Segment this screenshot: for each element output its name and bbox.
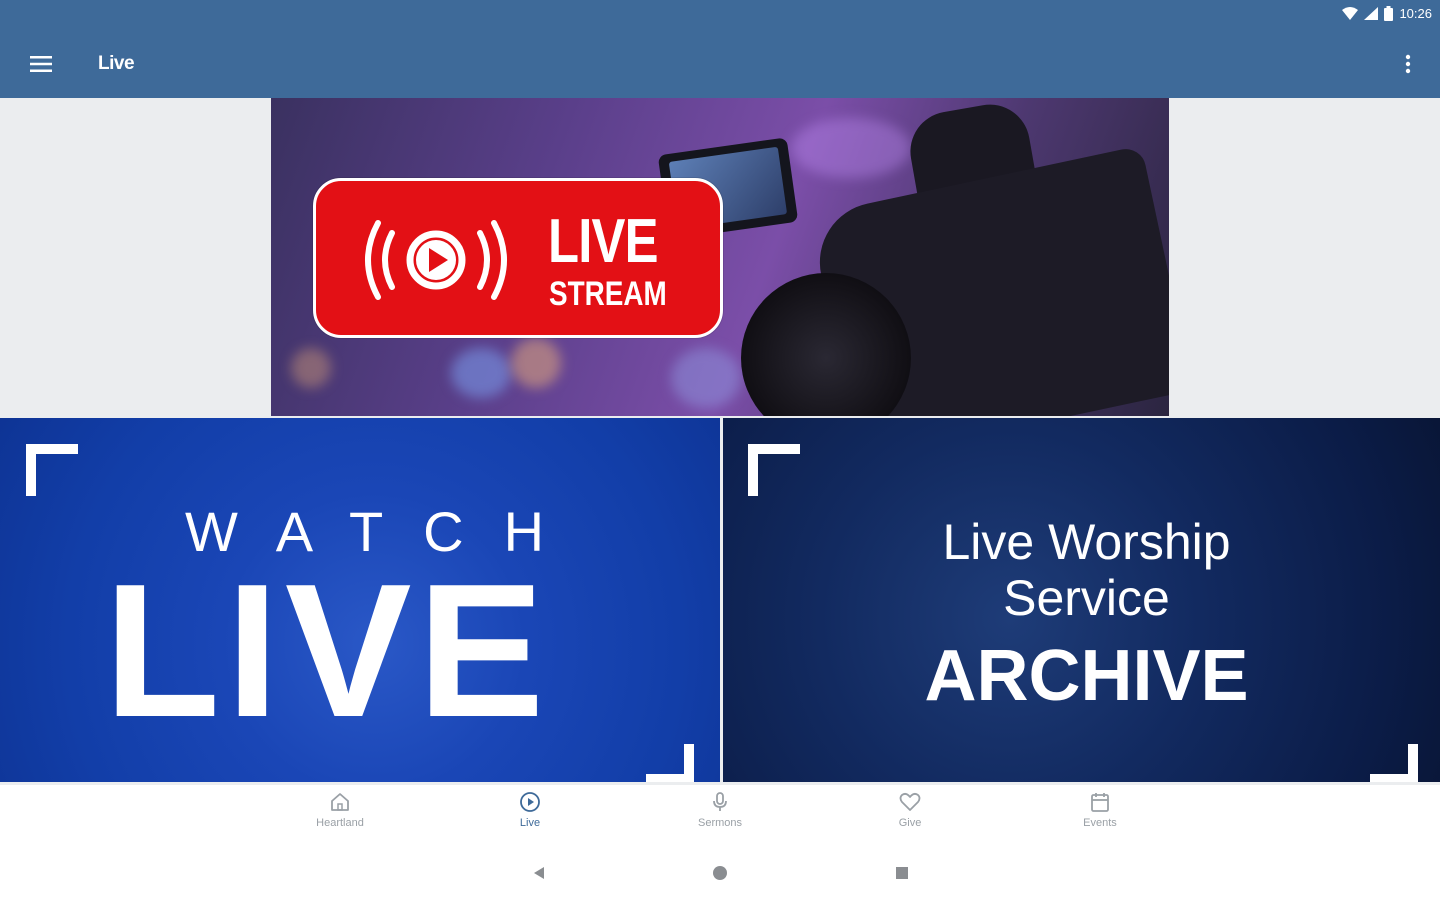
content-area: LIVE STREAM WATCH LIVE Live Worship Serv… (0, 98, 1440, 785)
nav-item-heartland[interactable]: Heartland (285, 791, 395, 841)
nav-item-give[interactable]: Give (855, 791, 965, 841)
nav-label: Live (519, 817, 541, 829)
archive-title-line: Service (1003, 570, 1170, 626)
microphone-icon (713, 792, 727, 811)
page-title: Live (98, 53, 135, 74)
live-stream-badge: LIVE STREAM (313, 178, 723, 338)
overflow-menu-button[interactable] (1396, 50, 1420, 78)
archive-heading: ARCHIVE (924, 636, 1249, 716)
status-bar: 10:26 (0, 0, 1440, 30)
corner-bracket (748, 444, 800, 496)
home-circle-icon (713, 866, 727, 880)
recents-square-icon (896, 867, 908, 879)
home-button[interactable] (708, 861, 732, 885)
wifi-icon (1342, 7, 1359, 20)
calendar-icon (1091, 793, 1109, 812)
bokeh-light (791, 118, 911, 178)
home-icon (331, 793, 349, 811)
more-vert-icon (1405, 54, 1411, 74)
nav-item-live[interactable]: Live (475, 791, 585, 841)
badge-live-text: LIVE (548, 207, 659, 276)
play-circle-icon (520, 792, 540, 812)
archive-title-line: Live Worship (942, 514, 1231, 570)
broadcast-play-icon (365, 220, 507, 300)
back-triangle-icon (534, 867, 544, 879)
nav-label: Give (898, 817, 922, 829)
hamburger-menu-icon (30, 56, 52, 72)
heart-icon (899, 792, 921, 811)
back-button[interactable] (527, 861, 551, 885)
watch-live-tile[interactable]: WATCH LIVE (0, 418, 720, 782)
status-time: 10:26 (1399, 6, 1432, 21)
battery-icon (1384, 6, 1394, 21)
corner-bracket (646, 744, 694, 782)
bokeh-light (671, 348, 741, 408)
bokeh-light (291, 348, 331, 388)
app-bar: Live (0, 30, 1440, 98)
nav-item-events[interactable]: Events (1045, 791, 1155, 841)
recents-button[interactable] (890, 861, 914, 885)
corner-bracket (1370, 744, 1418, 782)
bokeh-light (451, 348, 511, 398)
menu-button[interactable] (26, 50, 56, 78)
bottom-navigation: Heartland Live Sermons Give Events (0, 785, 1440, 845)
nav-label: Sermons (697, 817, 743, 829)
nav-label: Heartland (316, 817, 364, 829)
worship-archive-tile[interactable]: Live Worship Service ARCHIVE (723, 418, 1440, 782)
live-stream-banner[interactable]: LIVE STREAM (271, 98, 1169, 416)
bokeh-light (511, 338, 561, 388)
corner-bracket (26, 444, 78, 496)
live-text: LIVE (104, 545, 551, 757)
status-icons: 10:26 (1342, 6, 1432, 21)
badge-stream-text: STREAM (549, 275, 667, 313)
nav-item-sermons[interactable]: Sermons (665, 791, 775, 841)
system-navigation-bar (0, 845, 1440, 900)
signal-icon (1364, 7, 1379, 20)
nav-label: Events (1083, 817, 1117, 829)
